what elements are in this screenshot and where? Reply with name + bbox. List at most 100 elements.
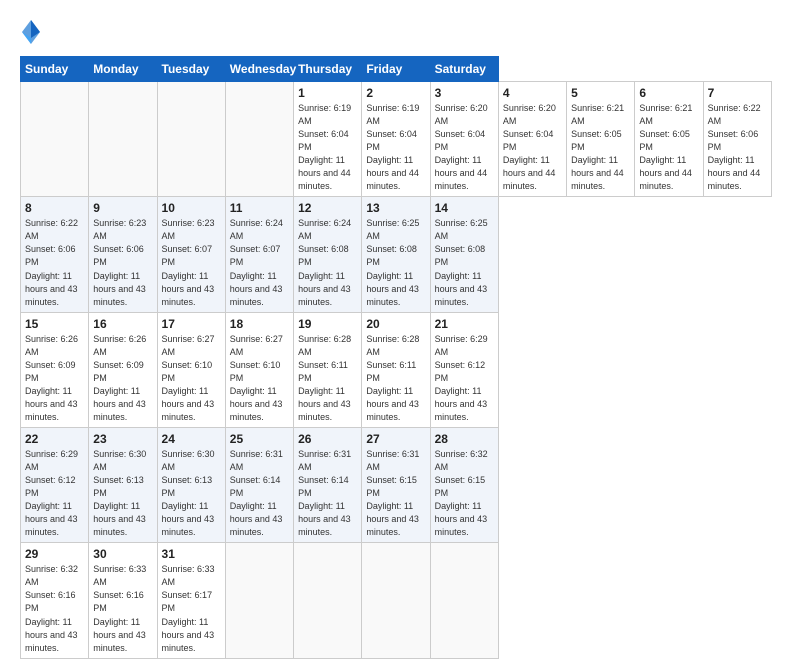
day-number: 18 <box>230 317 289 331</box>
calendar-cell <box>430 543 498 658</box>
day-info: Sunrise: 6:27 AMSunset: 6:10 PMDaylight:… <box>162 333 221 424</box>
calendar-header-thursday: Thursday <box>294 57 362 82</box>
calendar-cell: 2 Sunrise: 6:19 AMSunset: 6:04 PMDaylight… <box>362 82 430 197</box>
calendar-header-friday: Friday <box>362 57 430 82</box>
day-info: Sunrise: 6:22 AMSunset: 6:06 PMDaylight:… <box>25 217 84 308</box>
calendar-cell <box>362 543 430 658</box>
calendar-cell: 16 Sunrise: 6:26 AMSunset: 6:09 PMDayligh… <box>89 312 157 427</box>
day-number: 26 <box>298 432 357 446</box>
day-info: Sunrise: 6:33 AMSunset: 6:16 PMDaylight:… <box>93 563 152 654</box>
calendar-week-2: 8 Sunrise: 6:22 AMSunset: 6:06 PMDaylight… <box>21 197 772 312</box>
calendar-cell: 18 Sunrise: 6:27 AMSunset: 6:10 PMDayligh… <box>225 312 293 427</box>
day-number: 16 <box>93 317 152 331</box>
day-info: Sunrise: 6:24 AMSunset: 6:07 PMDaylight:… <box>230 217 289 308</box>
day-info: Sunrise: 6:23 AMSunset: 6:07 PMDaylight:… <box>162 217 221 308</box>
day-number: 7 <box>708 86 767 100</box>
day-number: 2 <box>366 86 425 100</box>
day-number: 13 <box>366 201 425 215</box>
calendar-cell: 3Sunrise: 6:20 AMSunset: 6:04 PMDaylight… <box>430 82 498 197</box>
calendar-header-row: SundayMondayTuesdayWednesdayThursdayFrid… <box>21 57 772 82</box>
calendar-table: SundayMondayTuesdayWednesdayThursdayFrid… <box>20 56 772 659</box>
calendar-cell <box>225 82 293 197</box>
day-number: 23 <box>93 432 152 446</box>
day-info: Sunrise: 6:25 AMSunset: 6:08 PMDaylight:… <box>366 217 425 308</box>
day-number: 22 <box>25 432 84 446</box>
day-info: Sunrise: 6:32 AMSunset: 6:16 PMDaylight:… <box>25 563 84 654</box>
day-info: Sunrise: 6:28 AMSunset: 6:11 PMDaylight:… <box>298 333 357 424</box>
calendar-cell: 10 Sunrise: 6:23 AMSunset: 6:07 PMDayligh… <box>157 197 225 312</box>
day-number: 12 <box>298 201 357 215</box>
calendar-cell <box>21 82 89 197</box>
day-number: 20 <box>366 317 425 331</box>
day-info: Sunrise: 6:28 AMSunset: 6:11 PMDaylight:… <box>366 333 425 424</box>
day-number: 31 <box>162 547 221 561</box>
calendar-cell: 13 Sunrise: 6:25 AMSunset: 6:08 PMDayligh… <box>362 197 430 312</box>
calendar-cell: 1Sunrise: 6:19 AMSunset: 6:04 PMDaylight… <box>294 82 362 197</box>
day-number: 25 <box>230 432 289 446</box>
calendar-cell: 30 Sunrise: 6:33 AMSunset: 6:16 PMDayligh… <box>89 543 157 658</box>
calendar-cell: 21 Sunrise: 6:29 AMSunset: 6:12 PMDayligh… <box>430 312 498 427</box>
calendar-cell <box>157 82 225 197</box>
day-info: Sunrise: 6:19 AMSunset: 6:04 PMDaylight:… <box>366 102 425 193</box>
calendar-cell: 17 Sunrise: 6:27 AMSunset: 6:10 PMDayligh… <box>157 312 225 427</box>
calendar-cell <box>294 543 362 658</box>
day-number: 5 <box>571 86 630 100</box>
calendar-cell: 7Sunrise: 6:22 AMSunset: 6:06 PMDaylight… <box>703 82 771 197</box>
calendar-cell: 24Sunrise: 6:30 AMSunset: 6:13 PMDayligh… <box>157 427 225 542</box>
day-info: Sunrise: 6:31 AMSunset: 6:14 PMDaylight:… <box>298 448 357 539</box>
day-number: 3 <box>435 86 494 100</box>
calendar-header-wednesday: Wednesday <box>225 57 293 82</box>
day-info: Sunrise: 6:25 AMSunset: 6:08 PMDaylight:… <box>435 217 494 308</box>
calendar-cell: 29 Sunrise: 6:32 AMSunset: 6:16 PMDayligh… <box>21 543 89 658</box>
day-number: 8 <box>25 201 84 215</box>
day-info: Sunrise: 6:32 AMSunset: 6:15 PMDaylight:… <box>435 448 494 539</box>
calendar-cell: 14 Sunrise: 6:25 AMSunset: 6:08 PMDayligh… <box>430 197 498 312</box>
calendar-cell: 15 Sunrise: 6:26 AMSunset: 6:09 PMDayligh… <box>21 312 89 427</box>
calendar-week-3: 15 Sunrise: 6:26 AMSunset: 6:09 PMDayligh… <box>21 312 772 427</box>
day-number: 4 <box>503 86 562 100</box>
calendar-cell: 31 Sunrise: 6:33 AMSunset: 6:17 PMDayligh… <box>157 543 225 658</box>
calendar-cell: 25 Sunrise: 6:31 AMSunset: 6:14 PMDayligh… <box>225 427 293 542</box>
day-number: 1 <box>298 86 357 100</box>
day-info: Sunrise: 6:24 AMSunset: 6:08 PMDaylight:… <box>298 217 357 308</box>
calendar-week-4: 22 Sunrise: 6:29 AMSunset: 6:12 PMDayligh… <box>21 427 772 542</box>
calendar-cell: 5 Sunrise: 6:21 AMSunset: 6:05 PMDaylight… <box>567 82 635 197</box>
day-info: Sunrise: 6:30 AMSunset: 6:13 PMDaylight:… <box>93 448 152 539</box>
day-number: 29 <box>25 547 84 561</box>
page: SundayMondayTuesdayWednesdayThursdayFrid… <box>0 0 792 612</box>
day-number: 10 <box>162 201 221 215</box>
day-number: 6 <box>639 86 698 100</box>
day-info: Sunrise: 6:27 AMSunset: 6:10 PMDaylight:… <box>230 333 289 424</box>
calendar-cell: 22 Sunrise: 6:29 AMSunset: 6:12 PMDayligh… <box>21 427 89 542</box>
day-number: 21 <box>435 317 494 331</box>
day-info: Sunrise: 6:26 AMSunset: 6:09 PMDaylight:… <box>93 333 152 424</box>
day-number: 19 <box>298 317 357 331</box>
calendar-header-tuesday: Tuesday <box>157 57 225 82</box>
day-info: Sunrise: 6:26 AMSunset: 6:09 PMDaylight:… <box>25 333 84 424</box>
calendar-cell: 6 Sunrise: 6:21 AMSunset: 6:05 PMDaylight… <box>635 82 703 197</box>
calendar-header-saturday: Saturday <box>430 57 498 82</box>
day-info: Sunrise: 6:33 AMSunset: 6:17 PMDaylight:… <box>162 563 221 654</box>
day-info: Sunrise: 6:31 AMSunset: 6:14 PMDaylight:… <box>230 448 289 539</box>
day-number: 17 <box>162 317 221 331</box>
day-info: Sunrise: 6:21 AMSunset: 6:05 PMDaylight:… <box>639 102 698 193</box>
calendar-cell: 12 Sunrise: 6:24 AMSunset: 6:08 PMDayligh… <box>294 197 362 312</box>
logo <box>20 18 46 46</box>
calendar-cell: 23 Sunrise: 6:30 AMSunset: 6:13 PMDayligh… <box>89 427 157 542</box>
day-number: 30 <box>93 547 152 561</box>
day-info: Sunrise: 6:29 AMSunset: 6:12 PMDaylight:… <box>25 448 84 539</box>
calendar-cell: 9Sunrise: 6:23 AMSunset: 6:06 PMDaylight… <box>89 197 157 312</box>
day-number: 15 <box>25 317 84 331</box>
day-info: Sunrise: 6:21 AMSunset: 6:05 PMDaylight:… <box>571 102 630 193</box>
calendar-header-sunday: Sunday <box>21 57 89 82</box>
calendar-cell <box>89 82 157 197</box>
header <box>20 18 772 46</box>
day-info: Sunrise: 6:29 AMSunset: 6:12 PMDaylight:… <box>435 333 494 424</box>
day-number: 11 <box>230 201 289 215</box>
day-number: 24 <box>162 432 221 446</box>
calendar-cell: 28Sunrise: 6:32 AMSunset: 6:15 PMDayligh… <box>430 427 498 542</box>
day-number: 14 <box>435 201 494 215</box>
calendar-cell: 26 Sunrise: 6:31 AMSunset: 6:14 PMDayligh… <box>294 427 362 542</box>
day-info: Sunrise: 6:23 AMSunset: 6:06 PMDaylight:… <box>93 217 152 308</box>
calendar-cell: 8 Sunrise: 6:22 AMSunset: 6:06 PMDaylight… <box>21 197 89 312</box>
